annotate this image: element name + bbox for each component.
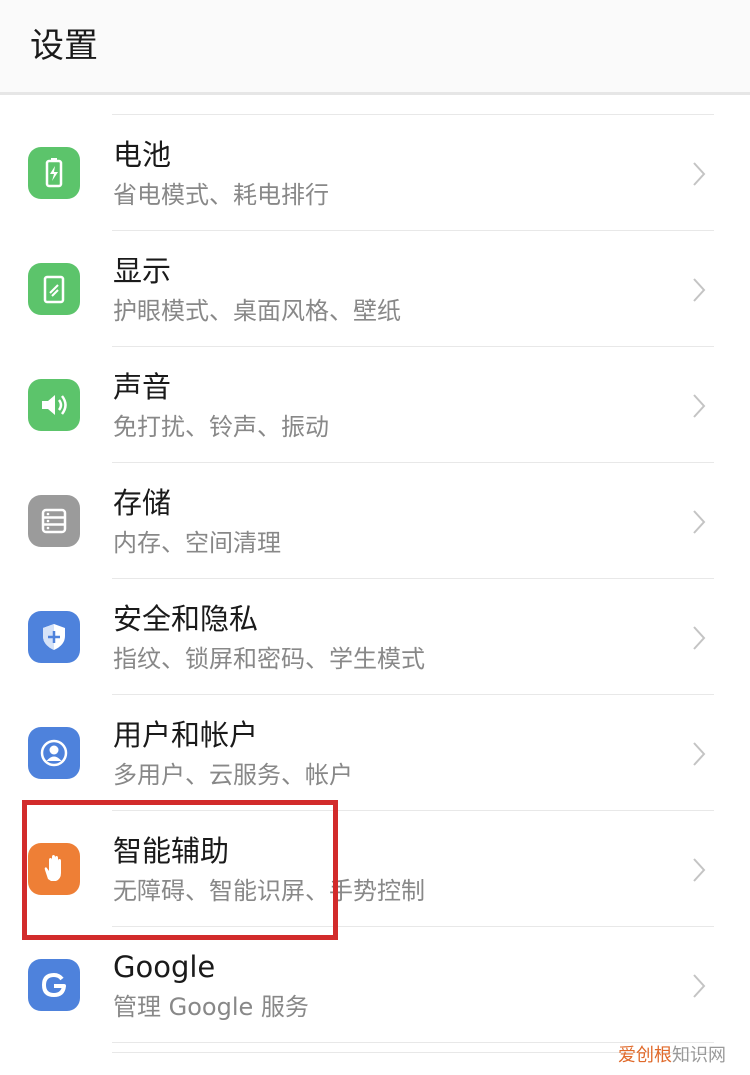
chevron-right-icon (692, 161, 706, 187)
chevron-right-icon (692, 973, 706, 999)
display-icon (28, 263, 80, 315)
user-icon (28, 727, 80, 779)
watermark: 爱创根知识网 (618, 1041, 726, 1067)
shield-icon (28, 611, 80, 663)
settings-item-label: Google (113, 950, 216, 984)
app-header: 设置 (0, 0, 750, 95)
settings-item-storage[interactable]: 存储 内存、空间清理 (0, 463, 750, 579)
settings-item-subtitle: 指纹、锁屏和密码、学生模式 (113, 645, 425, 673)
chevron-right-icon (692, 857, 706, 883)
chevron-right-icon (692, 509, 706, 535)
watermark-suffix: 知识网 (672, 1045, 726, 1066)
settings-item-battery[interactable]: 电池 省电模式、耗电排行 (0, 115, 750, 231)
chevron-right-icon (692, 393, 706, 419)
settings-item-subtitle: 管理 Google 服务 (113, 993, 309, 1021)
google-icon (28, 959, 80, 1011)
settings-item-security[interactable]: 安全和隐私 指纹、锁屏和密码、学生模式 (0, 579, 750, 695)
settings-item-label: 声音 (113, 370, 172, 404)
chevron-right-icon (692, 741, 706, 767)
settings-item-label: 显示 (113, 254, 172, 288)
settings-item-subtitle: 省电模式、耗电排行 (113, 181, 329, 209)
settings-item-label: 电池 (113, 138, 172, 172)
sound-icon (28, 379, 80, 431)
settings-item-sound[interactable]: 声音 免打扰、铃声、振动 (0, 347, 750, 463)
chevron-right-icon (692, 277, 706, 303)
settings-item-accounts[interactable]: 用户和帐户 多用户、云服务、帐户 (0, 695, 750, 811)
storage-icon (28, 495, 80, 547)
watermark-brand: 爱创根 (618, 1045, 672, 1066)
settings-item-google[interactable]: Google 管理 Google 服务 (0, 927, 750, 1043)
settings-item-subtitle: 多用户、云服务、帐户 (113, 761, 353, 789)
settings-item-subtitle: 护眼模式、桌面风格、壁纸 (113, 297, 401, 325)
highlight-annotation-box (22, 800, 338, 940)
chevron-right-icon (692, 625, 706, 651)
settings-item-label: 存储 (113, 486, 172, 520)
settings-item-display[interactable]: 显示 护眼模式、桌面风格、壁纸 (0, 231, 750, 347)
settings-item-label: 用户和帐户 (113, 718, 259, 752)
settings-item-subtitle: 免打扰、铃声、振动 (113, 413, 329, 441)
page-title: 设置 (30, 26, 98, 66)
settings-item-subtitle: 内存、空间清理 (113, 529, 281, 557)
settings-item-label: 安全和隐私 (113, 602, 259, 636)
battery-icon (28, 147, 80, 199)
